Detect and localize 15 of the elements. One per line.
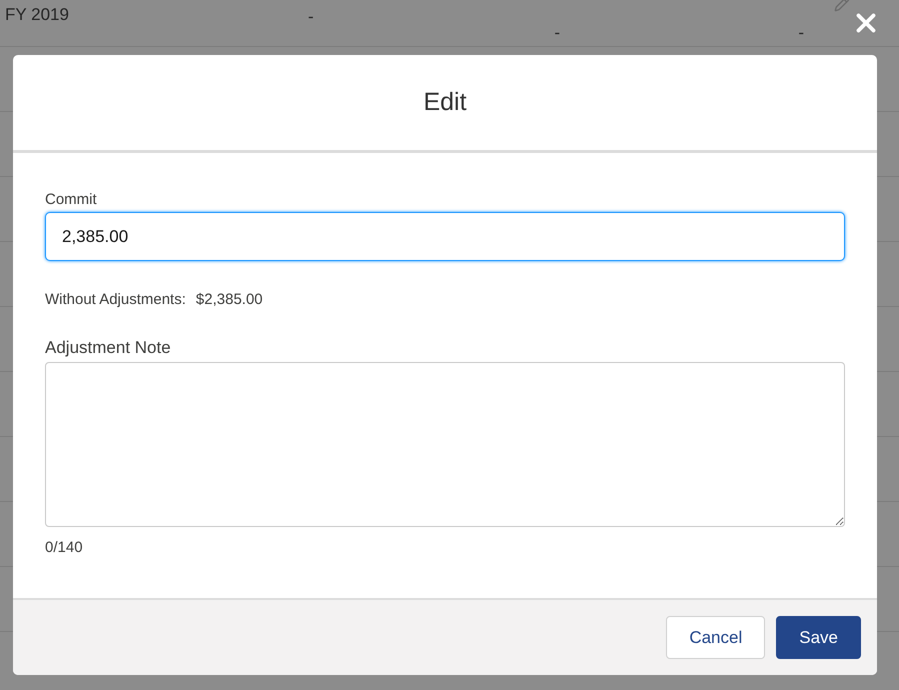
adjustment-note-field[interactable] [45, 362, 845, 527]
field-label: Adjustment Note [45, 338, 172, 358]
table-cell: FY 2019 [5, 6, 69, 23]
field-label: Commit [45, 191, 98, 208]
save-button[interactable]: Save [776, 616, 861, 659]
info-value: $2,385.00 [196, 291, 263, 308]
table-cell: - [798, 24, 804, 41]
table-cell: - [308, 8, 314, 25]
table-cell: - [554, 24, 560, 41]
pencil-icon[interactable] [834, 0, 850, 12]
commit-field[interactable]: 2,385.00 [45, 212, 845, 261]
cancel-button[interactable]: Cancel [666, 616, 766, 659]
dialog-title: Edit [423, 88, 467, 117]
info-label: Without Adjustments: [45, 291, 186, 308]
character-counter: 0/140 [45, 539, 84, 556]
